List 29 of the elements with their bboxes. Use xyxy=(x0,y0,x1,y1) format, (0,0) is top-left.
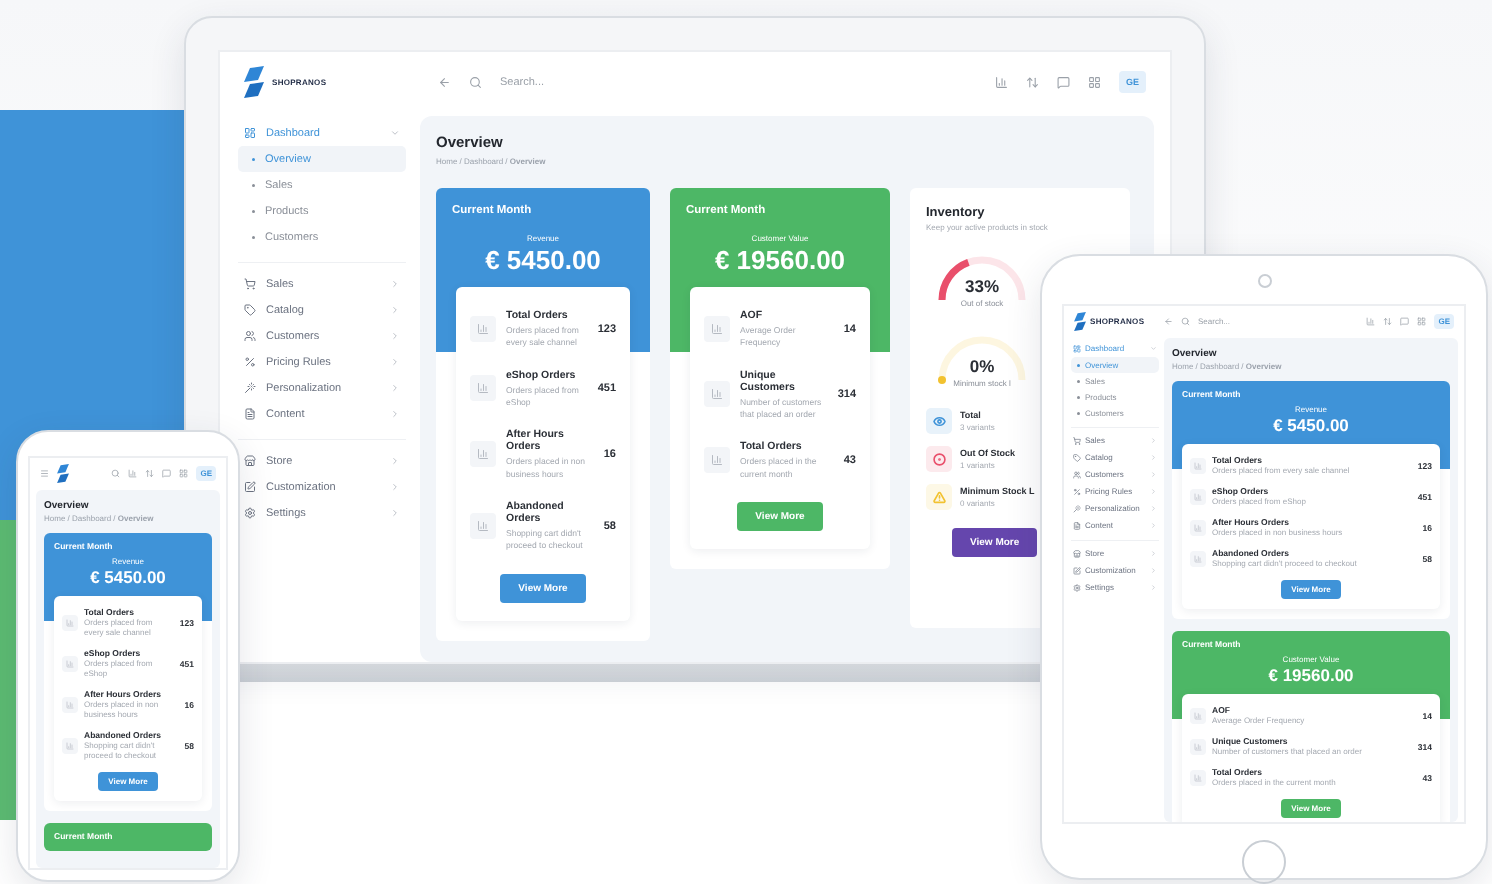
gauge-reading: 33% xyxy=(965,277,999,297)
logo-icon xyxy=(244,66,264,98)
chart-icon xyxy=(62,737,78,754)
chart-icon xyxy=(62,614,78,631)
metric-amount: € 19560.00 xyxy=(714,245,846,275)
chart-icon xyxy=(62,655,78,672)
chart-icon xyxy=(1190,707,1206,724)
logo-icon xyxy=(1074,311,1086,331)
logo-icon xyxy=(57,463,69,483)
gauge-reading: 0% xyxy=(969,357,995,377)
chart-icon xyxy=(1190,488,1206,505)
chart-icon xyxy=(1190,738,1206,755)
metric-amount: € 5450.00 xyxy=(485,245,601,275)
metric-amount: € 5450.00 xyxy=(90,568,166,588)
chart-icon xyxy=(470,375,496,402)
chart-icon xyxy=(470,512,496,539)
chart-icon xyxy=(704,381,730,408)
chart-icon xyxy=(1190,550,1206,567)
chart-icon xyxy=(62,696,78,713)
chart-icon xyxy=(1190,769,1206,786)
camera-icon xyxy=(1257,274,1271,288)
chart-icon xyxy=(470,441,496,468)
chart-icon xyxy=(1190,457,1206,474)
chart-icon xyxy=(704,447,730,474)
metric-amount: € 5450.00 xyxy=(1273,416,1349,436)
chart-icon xyxy=(704,315,730,342)
metric-amount: € 19560.00 xyxy=(1268,666,1354,686)
chart-icon xyxy=(470,315,496,342)
chart-icon xyxy=(1190,519,1206,536)
